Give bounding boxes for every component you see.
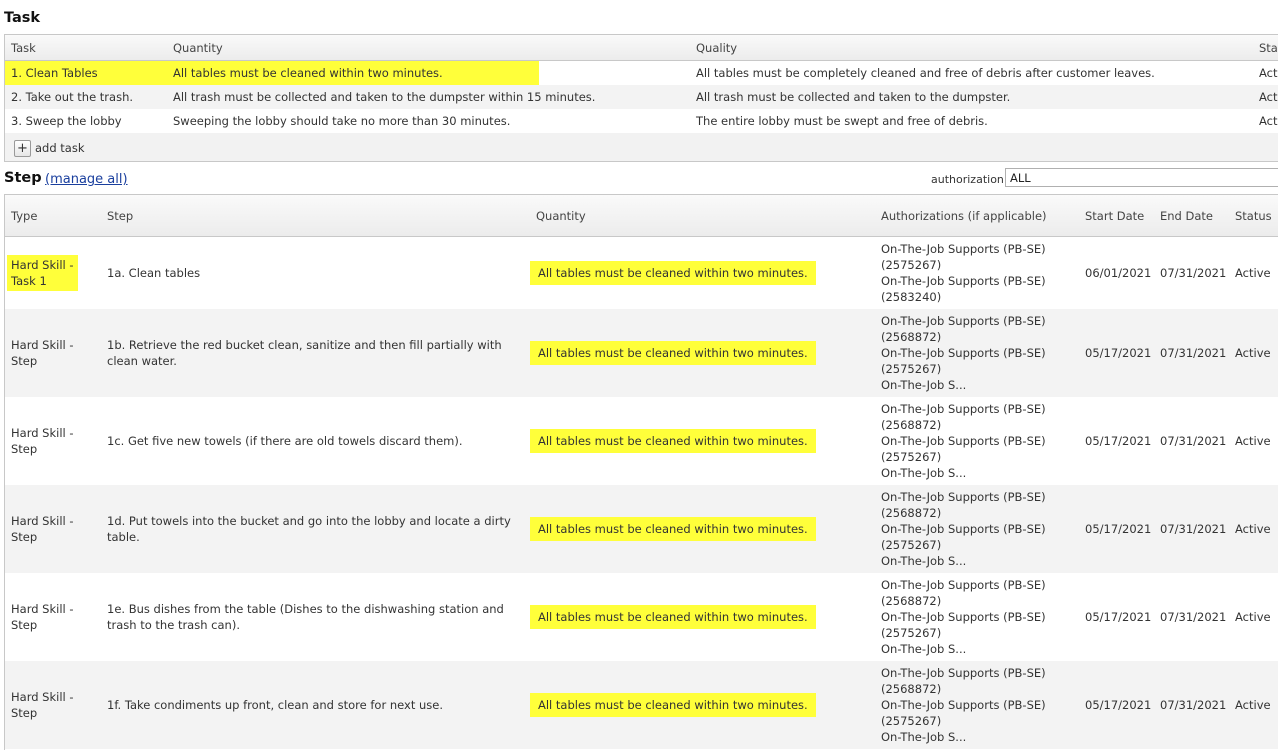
add-task-label[interactable]: add task — [35, 141, 85, 155]
manage-all-link[interactable]: (manage all) — [45, 172, 128, 187]
task-name[interactable]: 2. Take out the trash. — [5, 85, 167, 109]
task-quality: All trash must be collected and taken to… — [690, 85, 1253, 109]
step-authorizations: On-The-Job Supports (PB-SE) (2575267) On… — [881, 242, 1046, 304]
step-end-date: 07/31/2021 — [1160, 266, 1227, 280]
step-text: 1d. Put towels into the bucket and go in… — [101, 485, 530, 573]
column-header-authorizations[interactable]: Authorizations (if applicable) — [875, 195, 1079, 237]
step-end-date: 07/31/2021 — [1160, 434, 1227, 448]
step-quantity: All tables must be cleaned within two mi… — [530, 341, 816, 365]
column-header-status[interactable]: Status — [1229, 195, 1278, 237]
step-end-date: 07/31/2021 — [1154, 309, 1229, 397]
step-type: Hard Skill - Step — [5, 309, 101, 397]
step-start-date: 05/17/2021 — [1079, 661, 1154, 749]
column-header-quantity[interactable]: Quantity — [530, 195, 875, 237]
column-header-quantity[interactable]: Quantity — [167, 35, 690, 61]
step-row[interactable]: Hard Skill - Task 1 1a. Clean tables All… — [5, 237, 1278, 310]
step-table: Type Step Quantity Authorizations (if ap… — [5, 195, 1278, 749]
step-type: Hard Skill - Step — [5, 661, 101, 749]
step-section-title: Step — [4, 170, 42, 186]
column-header-task[interactable]: Task — [5, 35, 167, 61]
step-quantity: All tables must be cleaned within two mi… — [530, 693, 816, 717]
step-type-cell: Hard Skill - Task 1 — [5, 237, 101, 310]
task-panel: Task Quantity Quality Stat 1. Clean Tabl… — [4, 34, 1278, 162]
column-header-start-date[interactable]: Start Date — [1079, 195, 1154, 237]
step-quantity-cell: All tables must be cleaned within two mi… — [530, 237, 875, 310]
column-header-quality[interactable]: Quality — [690, 35, 1253, 61]
step-end-date: 07/31/2021 — [1154, 485, 1229, 573]
task-status: Acti — [1253, 60, 1278, 85]
task-section-title: Task — [4, 10, 41, 26]
step-quantity-cell: All tables must be cleaned within two mi… — [530, 397, 875, 485]
step-quantity-cell: All tables must be cleaned within two mi… — [530, 309, 875, 397]
step-start-date: 05/17/2021 — [1085, 610, 1152, 624]
step-row[interactable]: Hard Skill - Step 1d. Put towels into th… — [5, 485, 1278, 573]
step-status: Active — [1235, 434, 1271, 448]
step-type: Hard Skill - Step — [5, 485, 101, 573]
column-header-step[interactable]: Step — [101, 195, 530, 237]
task-name[interactable]: 3. Sweep the lobby — [5, 109, 167, 133]
step-text: 1b. Retrieve the red bucket clean, sanit… — [101, 309, 530, 397]
task-table: Task Quantity Quality Stat 1. Clean Tabl… — [5, 35, 1278, 133]
task-quality: All tables must be completely cleaned an… — [690, 60, 1253, 85]
step-row[interactable]: Hard Skill - Step 1b. Retrieve the red b… — [5, 309, 1278, 397]
step-start-date: 05/17/2021 — [1085, 434, 1152, 448]
step-start-date: 05/17/2021 — [1079, 485, 1154, 573]
step-status: Active — [1235, 266, 1271, 280]
step-authorizations: On-The-Job Supports (PB-SE) (2568872) On… — [875, 485, 1079, 573]
task-quantity: All trash must be collected and taken to… — [167, 85, 690, 109]
authorization-select[interactable]: ALL — [1005, 168, 1278, 187]
task-status: Acti — [1259, 114, 1278, 128]
task-status: Acti — [1253, 85, 1278, 109]
step-quantity-cell: All tables must be cleaned within two mi… — [530, 661, 875, 749]
step-row[interactable]: Hard Skill - Step 1f. Take condiments up… — [5, 661, 1278, 749]
task-row[interactable]: 1. Clean Tables All tables must be clean… — [5, 60, 1278, 85]
task-row[interactable]: 2. Take out the trash. All trash must be… — [5, 85, 1278, 109]
task-quantity: All tables must be cleaned within two mi… — [167, 60, 690, 85]
task-quantity: Sweeping the lobby should take no more t… — [173, 114, 511, 128]
task-row[interactable]: 3. Sweep the lobby Sweeping the lobby sh… — [5, 109, 1278, 133]
plus-icon[interactable]: + — [14, 139, 31, 157]
step-type: Hard Skill - Task 1 — [7, 255, 78, 291]
task-table-header: Task Quantity Quality Stat — [5, 35, 1278, 61]
task-name[interactable]: 1. Clean Tables — [5, 60, 167, 85]
step-text: 1a. Clean tables — [107, 266, 201, 280]
step-text: 1f. Take condiments up front, clean and … — [101, 661, 530, 749]
step-panel: Type Step Quantity Authorizations (if ap… — [4, 194, 1278, 750]
column-header-status[interactable]: Stat — [1253, 35, 1278, 61]
step-authorizations: On-The-Job Supports (PB-SE) (2568872) On… — [875, 661, 1079, 749]
step-table-header: Type Step Quantity Authorizations (if ap… — [5, 195, 1278, 237]
step-type: Hard Skill - Step — [11, 602, 74, 632]
column-header-end-date[interactable]: End Date — [1154, 195, 1229, 237]
step-authorizations: On-The-Job Supports (PB-SE) (2568872) On… — [881, 578, 1046, 656]
step-end-date: 07/31/2021 — [1154, 661, 1229, 749]
step-start-date: 06/01/2021 — [1085, 266, 1152, 280]
step-authorizations: On-The-Job Supports (PB-SE) (2568872) On… — [875, 309, 1079, 397]
step-end-date: 07/31/2021 — [1160, 610, 1227, 624]
step-start-date: 05/17/2021 — [1079, 309, 1154, 397]
task-quality: The entire lobby must be swept and free … — [696, 114, 988, 128]
step-row[interactable]: Hard Skill - Step 1c. Get five new towel… — [5, 397, 1278, 485]
step-quantity: All tables must be cleaned within two mi… — [530, 261, 816, 285]
add-task-button[interactable]: + add task — [14, 138, 85, 158]
column-header-type[interactable]: Type — [5, 195, 101, 237]
step-status: Active — [1229, 485, 1278, 573]
step-quantity: All tables must be cleaned within two mi… — [530, 517, 816, 541]
step-row[interactable]: Hard Skill - Step 1e. Bus dishes from th… — [5, 573, 1278, 661]
step-status: Active — [1235, 610, 1271, 624]
step-quantity: All tables must be cleaned within two mi… — [530, 429, 816, 453]
step-text: 1e. Bus dishes from the table (Dishes to… — [107, 602, 504, 632]
step-status: Active — [1229, 661, 1278, 749]
step-text: 1c. Get five new towels (if there are ol… — [107, 434, 463, 448]
step-quantity-cell: All tables must be cleaned within two mi… — [530, 485, 875, 573]
step-authorizations: On-The-Job Supports (PB-SE) (2568872) On… — [881, 402, 1046, 480]
step-quantity: All tables must be cleaned within two mi… — [530, 605, 816, 629]
step-type: Hard Skill - Step — [11, 426, 74, 456]
authorization-label: authorization: — [931, 173, 1008, 186]
step-quantity-cell: All tables must be cleaned within two mi… — [530, 573, 875, 661]
step-status: Active — [1229, 309, 1278, 397]
